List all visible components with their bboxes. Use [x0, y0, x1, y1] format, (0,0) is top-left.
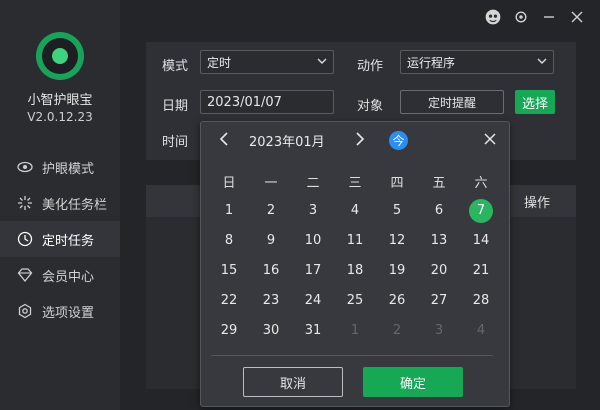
avatar-skin-icon[interactable]: [484, 8, 502, 26]
sidebar-item-scheduled-task[interactable]: 定时任务: [0, 221, 120, 257]
calendar-day-next-month[interactable]: 2: [383, 319, 411, 343]
weekday-label: 二: [306, 176, 320, 191]
calendar-day[interactable]: 13: [425, 229, 453, 253]
calendar-header: 2023年01月 今: [201, 122, 511, 158]
calendar-day[interactable]: 16: [257, 259, 285, 283]
gear-icon: [16, 302, 34, 320]
calendar-day[interactable]: 18: [341, 259, 369, 283]
gear-icon[interactable]: [512, 8, 530, 26]
app-version: V2.0.12.23: [27, 110, 93, 124]
calendar-day-next-month[interactable]: 3: [425, 319, 453, 343]
close-icon[interactable]: [483, 131, 499, 149]
calendar-day[interactable]: 12: [383, 229, 411, 253]
calendar-day[interactable]: 3: [299, 199, 327, 223]
app-name: 小智护眼宝: [27, 93, 93, 108]
chevron-down-icon: [316, 55, 328, 70]
action-select[interactable]: 运行程序: [400, 50, 554, 74]
date-picker-popup: 2023年01月 今 日 一 二 三 四 五 六 1 2 3 4 5 6 7 8…: [200, 121, 510, 407]
calendar-day[interactable]: 21: [467, 259, 495, 283]
sidebar-item-label: 会员中心: [42, 269, 95, 285]
calendar-day[interactable]: 14: [467, 229, 495, 253]
calendar-day[interactable]: 27: [425, 289, 453, 313]
mode-label: 模式: [162, 59, 189, 74]
chevron-down-icon: [536, 55, 548, 70]
calendar-day[interactable]: 25: [341, 289, 369, 313]
operation-column-header: 操作: [524, 196, 551, 211]
calendar-day-selected[interactable]: 7: [469, 199, 493, 223]
eye-logo-mark: [52, 48, 68, 64]
sidebar-item-label: 美化任务栏: [42, 197, 108, 213]
sparkle-icon: [16, 194, 34, 212]
calendar-day[interactable]: 15: [215, 259, 243, 283]
mode-select[interactable]: 定时: [200, 50, 334, 74]
sidebar-item-taskbar[interactable]: 美化任务栏: [0, 185, 120, 221]
calendar-day[interactable]: 28: [467, 289, 495, 313]
calendar-day-next-month[interactable]: 1: [341, 319, 369, 343]
chevron-left-icon[interactable]: [217, 131, 233, 149]
calendar-day[interactable]: 31: [299, 319, 327, 343]
date-label: 日期: [162, 99, 189, 114]
app-window: 小智护眼宝 V2.0.12.23 护眼模式 美化任务栏 定时任务 会员中心 选项…: [0, 0, 600, 410]
chevron-right-icon[interactable]: [353, 131, 369, 149]
action-label: 动作: [357, 59, 384, 74]
cancel-button[interactable]: 取消: [243, 367, 343, 397]
diamond-icon: [16, 266, 34, 284]
calendar-day[interactable]: 6: [425, 199, 453, 223]
calendar-day[interactable]: 11: [341, 229, 369, 253]
weekday-label: 一: [264, 176, 278, 191]
calendar-day[interactable]: 29: [215, 319, 243, 343]
choose-button[interactable]: 选择: [515, 90, 555, 114]
window-controls: [470, 0, 600, 34]
calendar-day[interactable]: 10: [299, 229, 327, 253]
calendar-day[interactable]: 9: [257, 229, 285, 253]
calendar-month-title: 2023年01月: [249, 135, 325, 150]
calendar-day[interactable]: 30: [257, 319, 285, 343]
target-label: 对象: [357, 99, 384, 114]
calendar-day[interactable]: 19: [383, 259, 411, 283]
weekday-label: 五: [432, 176, 446, 191]
today-button[interactable]: 今: [389, 131, 408, 150]
calendar-divider: [211, 355, 493, 356]
calendar-day[interactable]: 8: [215, 229, 243, 253]
weekday-label: 四: [390, 176, 404, 191]
weekday-label: 日: [222, 176, 236, 191]
sidebar-item-label: 定时任务: [42, 233, 95, 249]
calendar-day[interactable]: 17: [299, 259, 327, 283]
time-label: 时间: [162, 135, 189, 150]
calendar-day[interactable]: 4: [341, 199, 369, 223]
sidebar-item-member-center[interactable]: 会员中心: [0, 257, 120, 293]
clock-icon: [16, 230, 34, 248]
sidebar-item-settings[interactable]: 选项设置: [0, 293, 120, 329]
calendar-day[interactable]: 5: [383, 199, 411, 223]
calendar-day[interactable]: 22: [215, 289, 243, 313]
calendar-day[interactable]: 20: [425, 259, 453, 283]
calendar-day[interactable]: 2: [257, 199, 285, 223]
calendar-day[interactable]: 24: [299, 289, 327, 313]
sidebar: 小智护眼宝 V2.0.12.23 护眼模式 美化任务栏 定时任务 会员中心 选项…: [0, 0, 120, 410]
app-logo: [36, 32, 84, 80]
calendar-day[interactable]: 23: [257, 289, 285, 313]
sidebar-item-eye-mode[interactable]: 护眼模式: [0, 149, 120, 185]
target-button[interactable]: 定时提醒: [400, 90, 504, 114]
calendar-day-next-month[interactable]: 4: [467, 319, 495, 343]
confirm-button[interactable]: 确定: [363, 367, 463, 397]
eye-icon: [16, 158, 34, 176]
weekday-label: 三: [348, 176, 362, 191]
close-icon[interactable]: [568, 8, 586, 26]
calendar-day[interactable]: 26: [383, 289, 411, 313]
weekday-label: 六: [474, 176, 488, 191]
minimize-icon[interactable]: [540, 8, 558, 26]
sidebar-item-label: 护眼模式: [42, 161, 95, 177]
sidebar-item-label: 选项设置: [42, 305, 95, 321]
calendar-day[interactable]: 1: [215, 199, 243, 223]
date-input[interactable]: 2023/01/07: [200, 90, 334, 114]
